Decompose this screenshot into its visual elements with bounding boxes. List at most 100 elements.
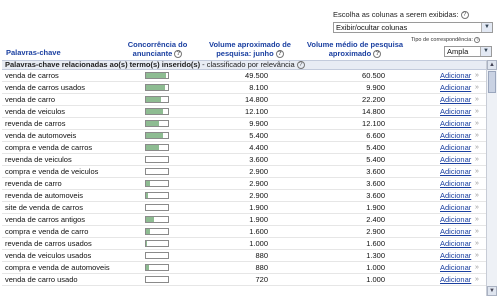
competition-bar: [145, 168, 169, 175]
scroll-up-icon[interactable]: ▲: [487, 60, 497, 70]
scroll-down-icon[interactable]: ▼: [487, 286, 497, 296]
double-chevron-icon[interactable]: »: [475, 142, 479, 153]
help-icon[interactable]: ?: [296, 61, 305, 70]
add-keyword-link[interactable]: Adicionar: [440, 250, 471, 261]
add-keyword-link[interactable]: Adicionar: [440, 214, 471, 225]
add-keyword-link[interactable]: Adicionar: [440, 238, 471, 249]
volume-value: 49.500: [245, 71, 268, 80]
double-chevron-icon[interactable]: »: [475, 82, 479, 93]
add-keyword-link[interactable]: Adicionar: [440, 262, 471, 273]
keyword-text: venda de carros usados: [5, 83, 86, 92]
volume-value: 1.900: [249, 203, 268, 212]
add-keyword-link[interactable]: Adicionar: [440, 166, 471, 177]
volume-value: 8.100: [249, 83, 268, 92]
help-icon[interactable]: ?: [460, 11, 469, 20]
help-icon[interactable]: ?: [275, 50, 284, 59]
scrollbar[interactable]: ▲ ▼: [486, 60, 497, 296]
scroll-thumb[interactable]: [488, 71, 496, 93]
volume-value: 2.900: [249, 179, 268, 188]
avg-volume-value: 9.900: [366, 83, 385, 92]
chevron-down-icon[interactable]: ▼: [480, 47, 491, 56]
table-row: venda de carros 49.500 60.500 Adicionar »: [2, 70, 486, 82]
help-icon[interactable]: ?: [174, 50, 183, 59]
avg-volume-value: 3.600: [366, 179, 385, 188]
header-avg-volume-label: Volume médio de pesquisa aproximado: [306, 40, 404, 58]
double-chevron-icon[interactable]: »: [475, 250, 479, 261]
avg-volume-value: 1.900: [366, 203, 385, 212]
add-keyword-link[interactable]: Adicionar: [440, 70, 471, 81]
header-volume[interactable]: Volume aproximado de pesquisa: junho ?: [200, 40, 300, 59]
competition-bar: [145, 108, 169, 115]
double-chevron-icon[interactable]: »: [475, 202, 479, 213]
double-chevron-icon[interactable]: »: [475, 94, 479, 105]
add-keyword-link[interactable]: Adicionar: [440, 274, 471, 285]
keyword-text: site de venda de carros: [5, 203, 83, 212]
volume-value: 1.000: [249, 239, 268, 248]
competition-bar: [145, 276, 169, 283]
help-icon[interactable]: ?: [373, 50, 382, 59]
avg-volume-value: 3.600: [366, 167, 385, 176]
volume-value: 1.900: [249, 215, 268, 224]
volume-value: 880: [255, 263, 268, 272]
double-chevron-icon[interactable]: »: [475, 166, 479, 177]
add-keyword-link[interactable]: Adicionar: [440, 226, 471, 237]
table-row: compra e venda de carro 1.600 2.900 Adicion…: [2, 226, 486, 238]
header-keyword[interactable]: Palavras-chave: [6, 48, 61, 57]
add-keyword-link[interactable]: Adicionar: [440, 178, 471, 189]
header-competition[interactable]: Concorrência do anunciante ?: [125, 40, 190, 59]
add-keyword-link[interactable]: Adicionar: [440, 94, 471, 105]
section-title: Palavras-chave relacionadas ao(s) termo(…: [5, 60, 201, 69]
avg-volume-value: 14.800: [362, 107, 385, 116]
competition-bar: [145, 204, 169, 211]
add-keyword-link[interactable]: Adicionar: [440, 130, 471, 141]
keyword-text: venda de carro usado: [5, 275, 78, 284]
double-chevron-icon[interactable]: »: [475, 118, 479, 129]
double-chevron-icon[interactable]: »: [475, 130, 479, 141]
avg-volume-value: 3.600: [366, 191, 385, 200]
double-chevron-icon[interactable]: »: [475, 70, 479, 81]
keyword-text: revenda de carros: [5, 119, 66, 128]
match-type-label: Tipo de correspondência: ?: [411, 37, 481, 43]
double-chevron-icon[interactable]: »: [475, 178, 479, 189]
keyword-text: compra e venda de veiculos: [5, 167, 99, 176]
competition-fill: [146, 181, 151, 186]
keyword-text: revenda de automoveis: [5, 191, 83, 200]
keyword-table: venda de carros 49.500 60.500 Adicionar» ven…: [2, 70, 486, 286]
add-keyword-link[interactable]: Adicionar: [440, 142, 471, 153]
table-row: revenda de veiculos 3.600 5.400 Adicionar »: [2, 154, 486, 166]
table-row: venda de veiculos usados 880 1.300 Adiciona…: [2, 250, 486, 262]
keyword-text: venda de carros antigos: [5, 215, 86, 224]
header-avg-volume[interactable]: Volume médio de pesquisa aproximado ?: [305, 40, 405, 59]
add-keyword-link[interactable]: Adicionar: [440, 106, 471, 117]
double-chevron-icon[interactable]: »: [475, 106, 479, 117]
columns-select[interactable]: Exibir/ocultar colunas ▼: [333, 22, 493, 33]
double-chevron-icon[interactable]: »: [475, 214, 479, 225]
double-chevron-icon[interactable]: »: [475, 190, 479, 201]
competition-fill: [146, 145, 160, 150]
double-chevron-icon[interactable]: »: [475, 262, 479, 273]
add-keyword-link[interactable]: Adicionar: [440, 82, 471, 93]
add-keyword-link[interactable]: Adicionar: [440, 154, 471, 165]
keyword-text: venda de carros: [5, 71, 59, 80]
double-chevron-icon[interactable]: »: [475, 274, 479, 285]
keyword-text: revenda de carro: [5, 179, 62, 188]
double-chevron-icon[interactable]: »: [475, 226, 479, 237]
help-icon[interactable]: ?: [474, 37, 481, 43]
volume-value: 4.400: [249, 143, 268, 152]
add-keyword-link[interactable]: Adicionar: [440, 118, 471, 129]
match-type-select[interactable]: Ampla ▼: [444, 46, 492, 57]
table-row: compra e venda de veiculos 2.900 3.600 Adic…: [2, 166, 486, 178]
competition-bar: [145, 240, 169, 247]
add-keyword-link[interactable]: Adicionar: [440, 202, 471, 213]
competition-fill: [146, 193, 149, 198]
match-type-text: Tipo de correspondência:: [411, 37, 473, 43]
double-chevron-icon[interactable]: »: [475, 154, 479, 165]
table-row: revenda de carros usados 1.000 1.600 Adicio…: [2, 238, 486, 250]
competition-fill: [146, 121, 160, 126]
add-keyword-link[interactable]: Adicionar: [440, 190, 471, 201]
competition-bar: [145, 132, 169, 139]
double-chevron-icon[interactable]: »: [475, 238, 479, 249]
chevron-down-icon[interactable]: ▼: [481, 23, 492, 32]
competition-bar: [145, 216, 169, 223]
table-row: venda de carro usado 720 1.000 Adicionar »: [2, 274, 486, 286]
